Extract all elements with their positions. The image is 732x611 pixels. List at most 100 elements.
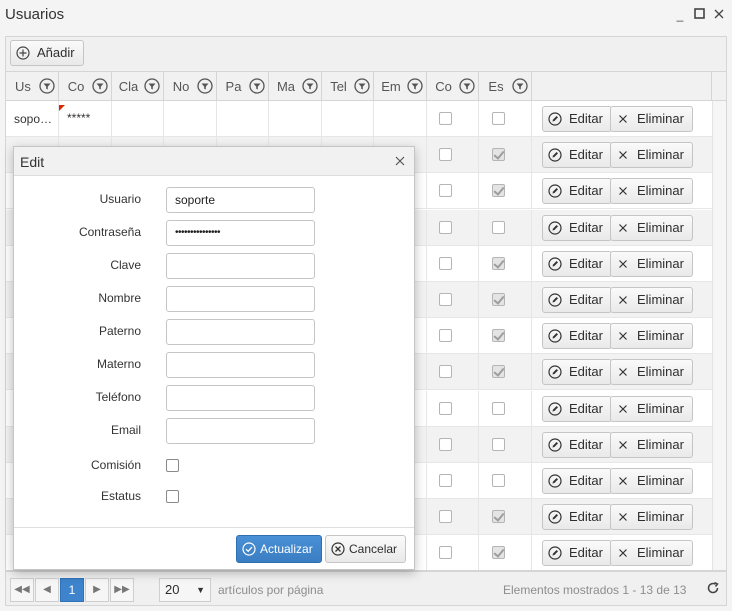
filter-icon[interactable] [144,78,160,94]
table-row[interactable]: sopo… ***** Editar Eliminar [6,101,712,137]
edit-row-button[interactable]: Editar [542,359,612,386]
estatus-checkbox[interactable] [492,474,505,487]
field-checkbox-comision[interactable] [166,459,179,472]
estatus-checkbox[interactable] [492,365,505,379]
table-cell[interactable] [479,282,532,318]
filter-icon[interactable] [459,78,475,94]
comision-checkbox[interactable] [439,184,452,198]
column-header[interactable]: Co [59,72,112,101]
field-input-email[interactable] [166,418,315,444]
edit-row-button[interactable]: Editar [542,431,612,458]
dialog-close-icon[interactable] [394,155,406,167]
column-header[interactable]: Es [479,72,532,101]
estatus-checkbox[interactable] [492,184,505,198]
table-cell[interactable] [427,390,479,427]
filter-icon[interactable] [302,78,318,94]
edit-row-button[interactable]: Editar [542,214,612,241]
estatus-checkbox[interactable] [492,220,505,234]
estatus-checkbox[interactable] [492,510,505,524]
estatus-checkbox[interactable] [492,437,505,451]
estatus-checkbox[interactable] [492,112,505,125]
edit-row-button[interactable]: Editar [542,178,612,205]
minimize-icon[interactable]: _ [673,8,687,22]
table-cell[interactable] [427,173,479,210]
field-input-paterno[interactable] [166,319,315,345]
edit-row-button[interactable]: Editar [542,395,612,422]
delete-row-button[interactable]: Eliminar [610,395,693,422]
cancel-button[interactable]: Cancelar [325,535,407,563]
estatus-checkbox[interactable] [492,546,505,560]
filter-icon[interactable] [92,78,108,94]
field-input-clave[interactable] [166,253,315,279]
edit-row-button[interactable]: Editar [542,504,612,531]
table-cell[interactable] [427,137,479,174]
delete-row-button[interactable]: Eliminar [610,287,693,313]
table-cell[interactable] [427,354,479,391]
maximize-icon[interactable] [692,8,706,22]
field-input-nombre[interactable] [166,286,315,312]
column-header[interactable]: Co [427,72,479,101]
table-cell[interactable] [427,463,479,499]
comision-checkbox[interactable] [439,401,452,415]
filter-icon[interactable] [197,78,213,94]
column-header[interactable]: Us [6,72,59,101]
column-header[interactable]: Tel [322,72,374,101]
page-size-select[interactable]: 20 ▼ [159,578,211,602]
refresh-icon[interactable] [706,581,720,598]
delete-row-button[interactable]: Eliminar [610,323,693,350]
add-button[interactable]: Añadir [10,40,84,66]
table-cell[interactable] [479,318,532,355]
update-button[interactable]: Actualizar [236,535,322,563]
filter-icon[interactable] [354,78,370,94]
table-cell[interactable] [217,101,269,137]
delete-row-button[interactable]: Eliminar [610,431,693,458]
table-cell[interactable] [427,535,479,570]
field-checkbox-estatus[interactable] [166,490,179,503]
table-cell[interactable] [479,209,532,246]
table-cell[interactable] [427,499,479,536]
comision-checkbox[interactable] [439,293,452,306]
delete-row-button[interactable]: Eliminar [610,106,693,132]
edit-row-button[interactable]: Editar [542,106,612,132]
table-cell[interactable] [374,101,427,137]
prev-page-button[interactable]: ◀ [35,578,59,602]
field-input-contraseña[interactable]: ••••••••••••••• [166,220,315,246]
column-header[interactable]: Pa [217,72,269,101]
table-cell[interactable] [479,101,532,137]
comision-checkbox[interactable] [439,365,452,379]
delete-row-button[interactable]: Eliminar [610,468,693,494]
field-input-materno[interactable] [166,352,315,378]
table-cell[interactable] [427,426,479,463]
edit-row-button[interactable]: Editar [542,540,612,567]
filter-icon[interactable] [39,78,55,94]
estatus-checkbox[interactable] [492,293,505,306]
table-cell[interactable] [427,282,479,318]
next-page-button[interactable]: ▶ [85,578,109,602]
filter-icon[interactable] [249,78,265,94]
table-cell[interactable] [322,101,374,137]
close-icon[interactable] [712,8,726,22]
table-cell[interactable] [479,245,532,282]
delete-row-button[interactable]: Eliminar [610,178,693,205]
comision-checkbox[interactable] [439,474,452,487]
filter-icon[interactable] [407,78,423,94]
table-cell[interactable] [427,245,479,282]
table-cell[interactable] [112,101,164,137]
comision-checkbox[interactable] [439,437,452,451]
edit-row-button[interactable]: Editar [542,287,612,313]
table-cell[interactable] [427,318,479,355]
grid-scrollbar[interactable] [712,101,726,570]
estatus-checkbox[interactable] [492,148,505,162]
delete-row-button[interactable]: Eliminar [610,250,693,277]
table-cell[interactable] [479,173,532,210]
comision-checkbox[interactable] [439,220,452,234]
table-cell[interactable] [427,209,479,246]
estatus-checkbox[interactable] [492,401,505,415]
field-input-usuario[interactable]: soporte [166,187,315,213]
column-header[interactable]: Ma [269,72,322,101]
comision-checkbox[interactable] [439,510,452,524]
table-cell[interactable] [479,535,532,570]
table-cell[interactable] [479,499,532,536]
table-cell[interactable] [269,101,322,137]
delete-row-button[interactable]: Eliminar [610,540,693,567]
